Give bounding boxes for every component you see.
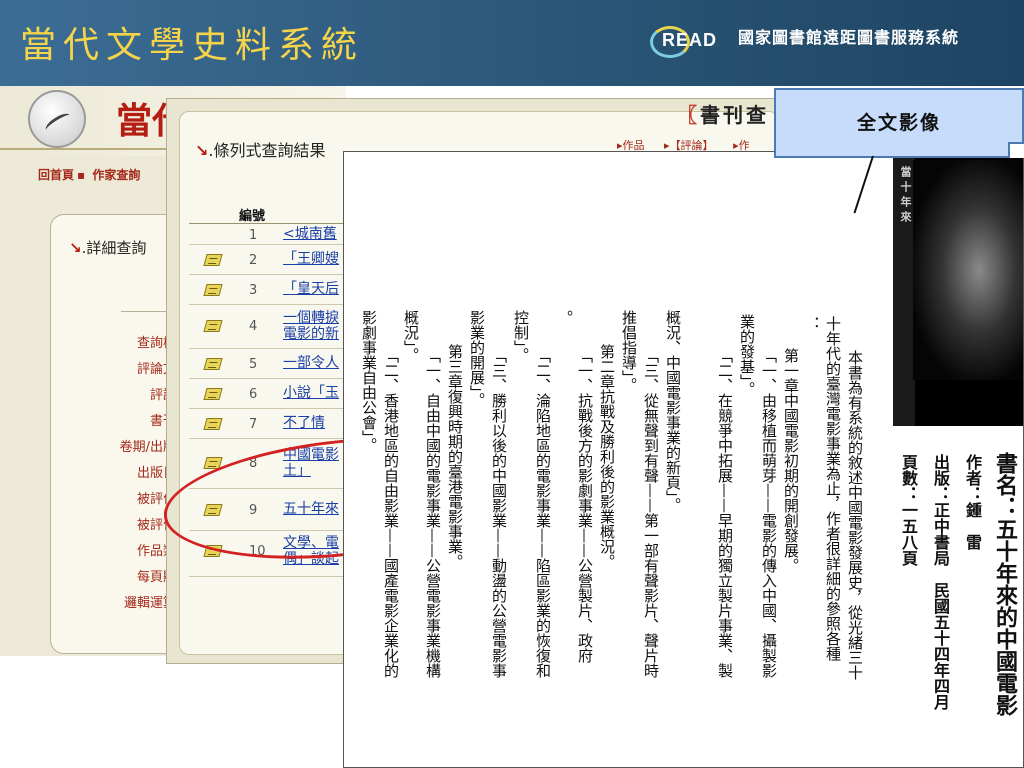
arrow-icon: ↘ [69,239,82,257]
row-number: 7 [249,417,258,432]
text-column: 第二章抗戰及勝利後的影業概況。 [598,344,616,569]
row-title-link[interactable]: <城南舊 [283,226,337,242]
row-title-link[interactable]: 一部令人 [283,355,339,371]
agency-name: 國家圖書館遠距圖書服務系統 [738,28,960,47]
text-column: 「二、香港地區的自由影業——國產電影企業化的 [382,348,400,678]
text-column: 。 [556,310,574,325]
text-column: ： [804,316,822,331]
app-header: 當代文學史料系統 READ 國家圖書館遠距圖書服務系統 [0,0,1024,86]
callout-label: 全文影像 [856,112,941,134]
pages-line: 頁數：一五八頁 [899,454,918,566]
row-number: 4 [249,319,258,334]
cover-image [913,160,1023,380]
fulltext-image-viewer: 當十年來 書名：五十年來的中國電影 作者：鍾 雷 出版：正中書局 民國五十四年四… [343,151,1024,768]
breadcrumb-separator: ▪ [77,168,86,182]
text-column: 「一、由移植而萌芽——電影的傳入中國、攝製影 [760,348,778,678]
text-column: 「一、自由中國的電影事業——公營電影事業機構 [424,348,442,678]
column-header-number: 編號 [239,209,266,224]
text-column: 「二、在競爭中拓展——早期的獨立製片事業、製 [716,348,734,678]
book-cover-photo: 當十年來 [893,152,1023,426]
book-tag: 〖書刊查 [677,103,769,127]
fulltext-icon[interactable] [203,388,223,400]
site-logo-icon [28,90,86,148]
text-column: 影劇事業自由公會」。 [360,310,378,453]
arrow-icon: ↘ [195,141,209,160]
fulltext-icon[interactable] [203,418,223,430]
results-heading: ↘.條列式查詢結果 [195,141,326,160]
row-title-link[interactable]: 一個轉捩 電影的新 [283,310,339,342]
home-link[interactable]: 回首頁 [38,168,74,182]
text-column: 「三、勝利以後的中國影業——動盪的公營電影事 [490,348,508,678]
text-column: 概況」。 [402,310,420,363]
author-line: 作者：鍾 雷 [963,454,982,550]
row-number: 3 [249,283,258,298]
text-column: 概況、中國電影事業的新頁」。 [664,310,682,513]
row-number: 2 [249,253,258,268]
text-column: 第三章復興時期的臺港電影事業。 [446,344,464,569]
text-column: 第一章中國電影初期的開創發展。 [782,348,800,573]
text-column: 本書為有系統的敘述中國電影發展史，從光緒三十 [846,350,864,680]
text-column: 影業的開展」。 [468,310,486,408]
breadcrumb: 回首頁 ▪ 作家查詢 [38,166,143,183]
fulltext-icon[interactable] [203,320,223,332]
text-column: 「三、從無聲到有聲——第一部有聲影片、聲片時 [642,348,660,678]
fulltext-callout: 全文影像 [774,88,1024,158]
row-title-link[interactable]: 小說「玉 [283,385,339,401]
author-search-link[interactable]: 作家查詢 [92,168,140,182]
text-column: 推倡指導」。 [620,310,638,393]
fulltext-icon[interactable] [203,254,223,266]
text-column: 控制」。 [512,310,530,363]
row-number: 1 [249,228,258,243]
row-title-link[interactable]: 不了情 [283,415,325,431]
eread-logo[interactable]: READ [650,20,730,64]
text-column: 十年代的臺灣電影事業為止，作者很詳細的參照各種 [824,316,842,661]
book-title-line: 書名：五十年來的中國電影 [992,452,1017,716]
app-title: 當代文學史料系統 [20,25,365,66]
logo-text: READ [662,30,718,50]
fulltext-icon[interactable] [203,358,223,370]
cover-vertical-text: 當十年來 [899,166,912,226]
row-title-link[interactable]: 「王卿嫂 [283,251,339,267]
text-column: 「一、抗戰後方的影劇事業——公營製片、政府 [576,348,594,663]
text-column: 業的發基」。 [738,314,756,397]
fulltext-icon[interactable] [203,284,223,296]
publisher-line: 出版：正中書局 民國五十四年四月 [931,454,950,710]
text-column: 「二、淪陷地區的電影事業——陷區影業的恢復和 [534,348,552,678]
row-number: 5 [249,357,258,372]
row-title-link[interactable]: 「皇天后 [283,281,339,297]
detail-search-heading: ↘.詳細查詢 [69,239,147,257]
row-number: 6 [249,387,258,402]
